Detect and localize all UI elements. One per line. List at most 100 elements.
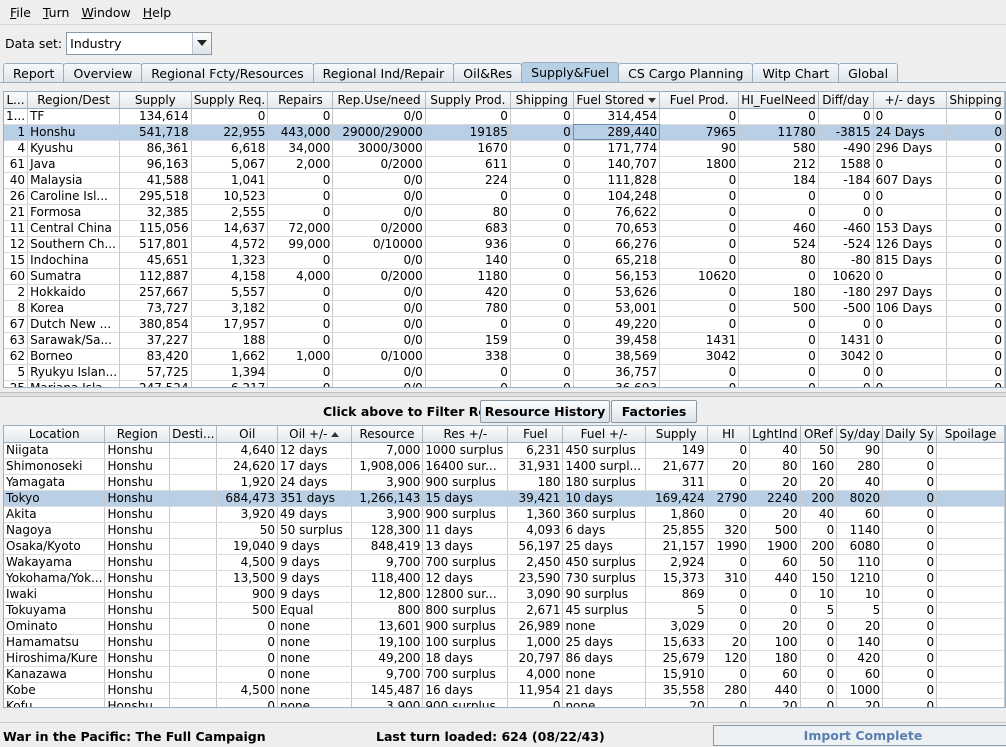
cell-days[interactable]: 0 (873, 348, 948, 365)
cell-oil[interactable]: none (277, 698, 352, 707)
cell-hi[interactable]: 0 (707, 698, 751, 707)
cell-supply-prod[interactable]: 0 (425, 364, 511, 381)
cell-desti[interactable] (169, 634, 218, 651)
cell-shipping[interactable]: 0 (946, 316, 1005, 333)
cell-shipping[interactable]: 0 (510, 300, 574, 317)
cell-oil[interactable]: 50 (216, 522, 279, 539)
cell-supply-prod[interactable]: 0 (425, 188, 511, 205)
cell-fuel-stored[interactable]: 36,693 (573, 380, 661, 387)
cell-oil[interactable]: 4,500 (216, 682, 279, 699)
cell-desti[interactable] (169, 554, 218, 571)
cell-shipping[interactable]: 0 (946, 364, 1005, 381)
cell-oil[interactable]: none (277, 634, 352, 651)
cell-shipping[interactable]: 0 (510, 188, 574, 205)
cell-fuel[interactable]: 6 days (562, 522, 646, 539)
cell-res[interactable]: 13 days (422, 538, 509, 555)
cell-region-dest[interactable]: Formosa (27, 204, 121, 221)
cell-hi-fuelneed[interactable]: 80 (738, 252, 819, 269)
cell-res[interactable]: 16400 sur... (422, 458, 509, 475)
cell-l[interactable]: 15 (4, 252, 29, 269)
cell-diff-day[interactable]: -80 (818, 252, 874, 269)
cell-oref[interactable]: 0 (800, 634, 838, 651)
cell-days[interactable]: 126 Days (873, 236, 948, 253)
cell-shipping[interactable]: 0 (946, 268, 1005, 285)
table-row[interactable]: 21 Formosa 32,385 2,555 0 0/0 80 0 76,622 0 0 0 0 0 (4, 204, 1005, 221)
cell-fuel-prod[interactable]: 0 (659, 188, 740, 205)
cell-l[interactable]: 2 (4, 284, 29, 301)
cell-region[interactable]: Honshu (104, 666, 171, 683)
cell-supply[interactable]: 86,361 (119, 140, 192, 157)
cell-fuel-stored[interactable]: 39,458 (573, 332, 661, 349)
cell-supply-prod[interactable]: 0 (425, 108, 511, 125)
table-row[interactable]: Nagoya Honshu 50 50 surplus 128,300 11 days 4,… (4, 522, 1005, 539)
cell-hi[interactable]: 0 (707, 602, 751, 619)
column-header-l[interactable]: L... (4, 92, 29, 109)
cell-fuel[interactable]: 45 surplus (562, 602, 646, 619)
table-row[interactable]: Tokyo Honshu 684,473 351 days 1,266,143 15 da… (4, 490, 1005, 507)
cell-repairs[interactable]: 4,000 (267, 268, 334, 285)
cell-resource[interactable]: 118,400 (351, 570, 424, 587)
cell-shipping[interactable]: 0 (510, 348, 574, 365)
cell-resource[interactable]: 145,487 (351, 682, 424, 699)
cell-lghtind[interactable]: 20 (749, 618, 801, 635)
cell-diff-day[interactable]: 0 (818, 364, 874, 381)
cell-diff-day[interactable]: 0 (818, 204, 874, 221)
cell-daily-sy[interactable]: 0 (882, 538, 938, 555)
column-header-fuel-stored[interactable]: Fuel Stored (573, 92, 661, 109)
column-header-diff-day[interactable]: Diff/day (818, 92, 874, 109)
cell-daily-sy[interactable]: 0 (882, 442, 938, 459)
cell-fuel-stored[interactable]: 70,653 (573, 220, 661, 237)
cell-hi-fuelneed[interactable]: 11780 (738, 124, 819, 141)
cell-oil[interactable]: 17 days (277, 458, 352, 475)
cell-fuel-stored[interactable]: 140,707 (573, 156, 661, 173)
cell-diff-day[interactable]: -490 (818, 140, 874, 157)
cell-fuel[interactable]: 360 surplus (562, 506, 646, 523)
cell-lghtind[interactable]: 180 (749, 650, 801, 667)
cell-shipping[interactable]: 0 (946, 188, 1005, 205)
cell-oref[interactable]: 0 (800, 682, 838, 699)
cell-region-dest[interactable]: TF (27, 108, 121, 125)
column-header-shipping[interactable]: Shipping (946, 92, 1005, 109)
table-row[interactable]: 8 Korea 73,727 3,182 0 0/0 780 0 53,001 0 500 -500 1… (4, 300, 1005, 317)
cell-desti[interactable] (169, 490, 218, 507)
cell-fuel[interactable]: 39,421 (507, 490, 564, 507)
cell-oil[interactable]: 24,620 (216, 458, 279, 475)
cell-oil[interactable]: 49 days (277, 506, 352, 523)
cell-shipping[interactable]: 0 (946, 172, 1005, 189)
cell-oil[interactable]: 0 (216, 666, 279, 683)
cell-repairs[interactable]: 0 (267, 172, 334, 189)
cell-fuel-stored[interactable]: 65,218 (573, 252, 661, 269)
cell-supply-prod[interactable]: 780 (425, 300, 511, 317)
cell-spoilage[interactable] (936, 458, 1005, 475)
cell-shipping[interactable]: 0 (946, 220, 1005, 237)
cell-hi[interactable]: 0 (707, 666, 751, 683)
cell-daily-sy[interactable]: 0 (882, 554, 938, 571)
cell-shipping[interactable]: 0 (946, 348, 1005, 365)
cell-hi[interactable]: 320 (707, 522, 751, 539)
cell-oil[interactable]: 0 (216, 698, 279, 707)
column-header-rep-use-need[interactable]: Rep.Use/need (332, 92, 426, 109)
cell-spoilage[interactable] (936, 682, 1005, 699)
cell-repairs[interactable]: 0 (267, 332, 334, 349)
cell-supply-prod[interactable]: 1670 (425, 140, 511, 157)
cell-fuel[interactable]: 20,797 (507, 650, 564, 667)
column-header-daily-sy[interactable]: Daily Sy (882, 426, 938, 443)
cell-location[interactable]: Niigata (4, 442, 106, 459)
tab-overview[interactable]: Overview (63, 63, 143, 82)
cell-oref[interactable]: 200 (800, 538, 838, 555)
cell-hi[interactable]: 0 (707, 554, 751, 571)
cell-region-dest[interactable]: Indochina (27, 252, 121, 269)
cell-fuel-stored[interactable]: 289,440 (573, 124, 661, 141)
cell-hi[interactable]: 310 (707, 570, 751, 587)
cell-desti[interactable] (169, 570, 218, 587)
cell-region[interactable]: Honshu (104, 682, 171, 699)
cell-days[interactable]: 153 Days (873, 220, 948, 237)
cell-rep-use-need[interactable]: 3000/3000 (332, 140, 426, 157)
cell-region[interactable]: Honshu (104, 698, 171, 707)
cell-res[interactable]: 900 surplus (422, 506, 509, 523)
cell-shipping[interactable]: 0 (510, 252, 574, 269)
cell-shipping[interactable]: 0 (946, 300, 1005, 317)
cell-desti[interactable] (169, 506, 218, 523)
cell-supply[interactable]: 134,614 (119, 108, 192, 125)
cell-fuel-prod[interactable]: 0 (659, 380, 740, 387)
